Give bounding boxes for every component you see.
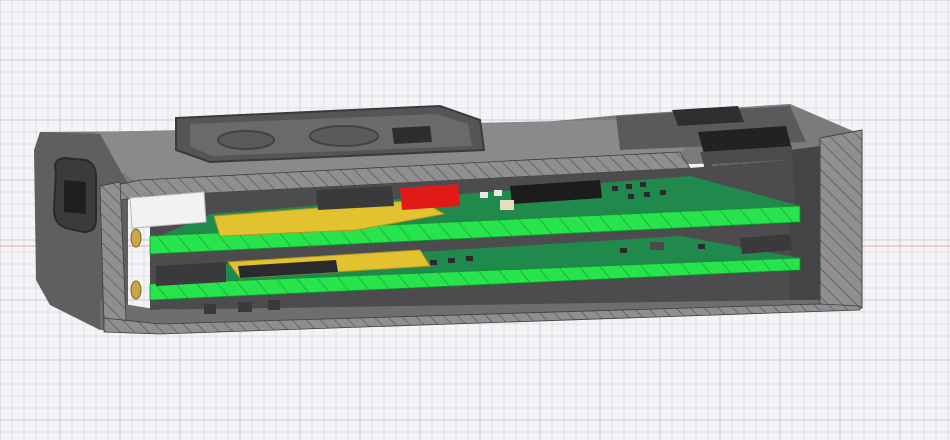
pad-1	[204, 304, 216, 314]
white-connector	[129, 191, 207, 229]
smd-part-7	[628, 194, 634, 199]
smd-part-6	[640, 182, 646, 187]
dark-connector	[316, 186, 394, 210]
smd-part-13	[620, 248, 627, 253]
screw-upper	[130, 228, 142, 248]
smd-part-8	[644, 192, 650, 197]
enclosure-right-inner	[790, 146, 820, 300]
smd-part-10	[430, 260, 437, 265]
pad-3	[268, 300, 280, 310]
speaker-grille	[217, 130, 275, 150]
smd-part-2	[494, 190, 502, 196]
smd-part-15	[698, 244, 705, 249]
smd-part-9	[660, 190, 666, 195]
smd-part-4	[612, 186, 618, 191]
smd-part-12	[466, 256, 473, 261]
smd-part-14	[650, 242, 664, 250]
smd-part-11	[448, 258, 455, 263]
dark-ic-lower-left	[156, 262, 226, 286]
cad-viewport[interactable]	[0, 0, 950, 440]
smd-part-3	[500, 200, 514, 210]
smd-part-5	[626, 184, 632, 189]
smd-part-1	[480, 192, 488, 198]
screw-lower	[130, 280, 142, 300]
pad-2	[238, 302, 252, 312]
enclosure-right-wall	[819, 129, 863, 309]
red-component	[400, 184, 460, 210]
sensor-window	[392, 126, 432, 144]
usb-port-inner	[64, 180, 86, 214]
cad-scene	[0, 0, 950, 440]
microphone-port	[309, 125, 379, 147]
